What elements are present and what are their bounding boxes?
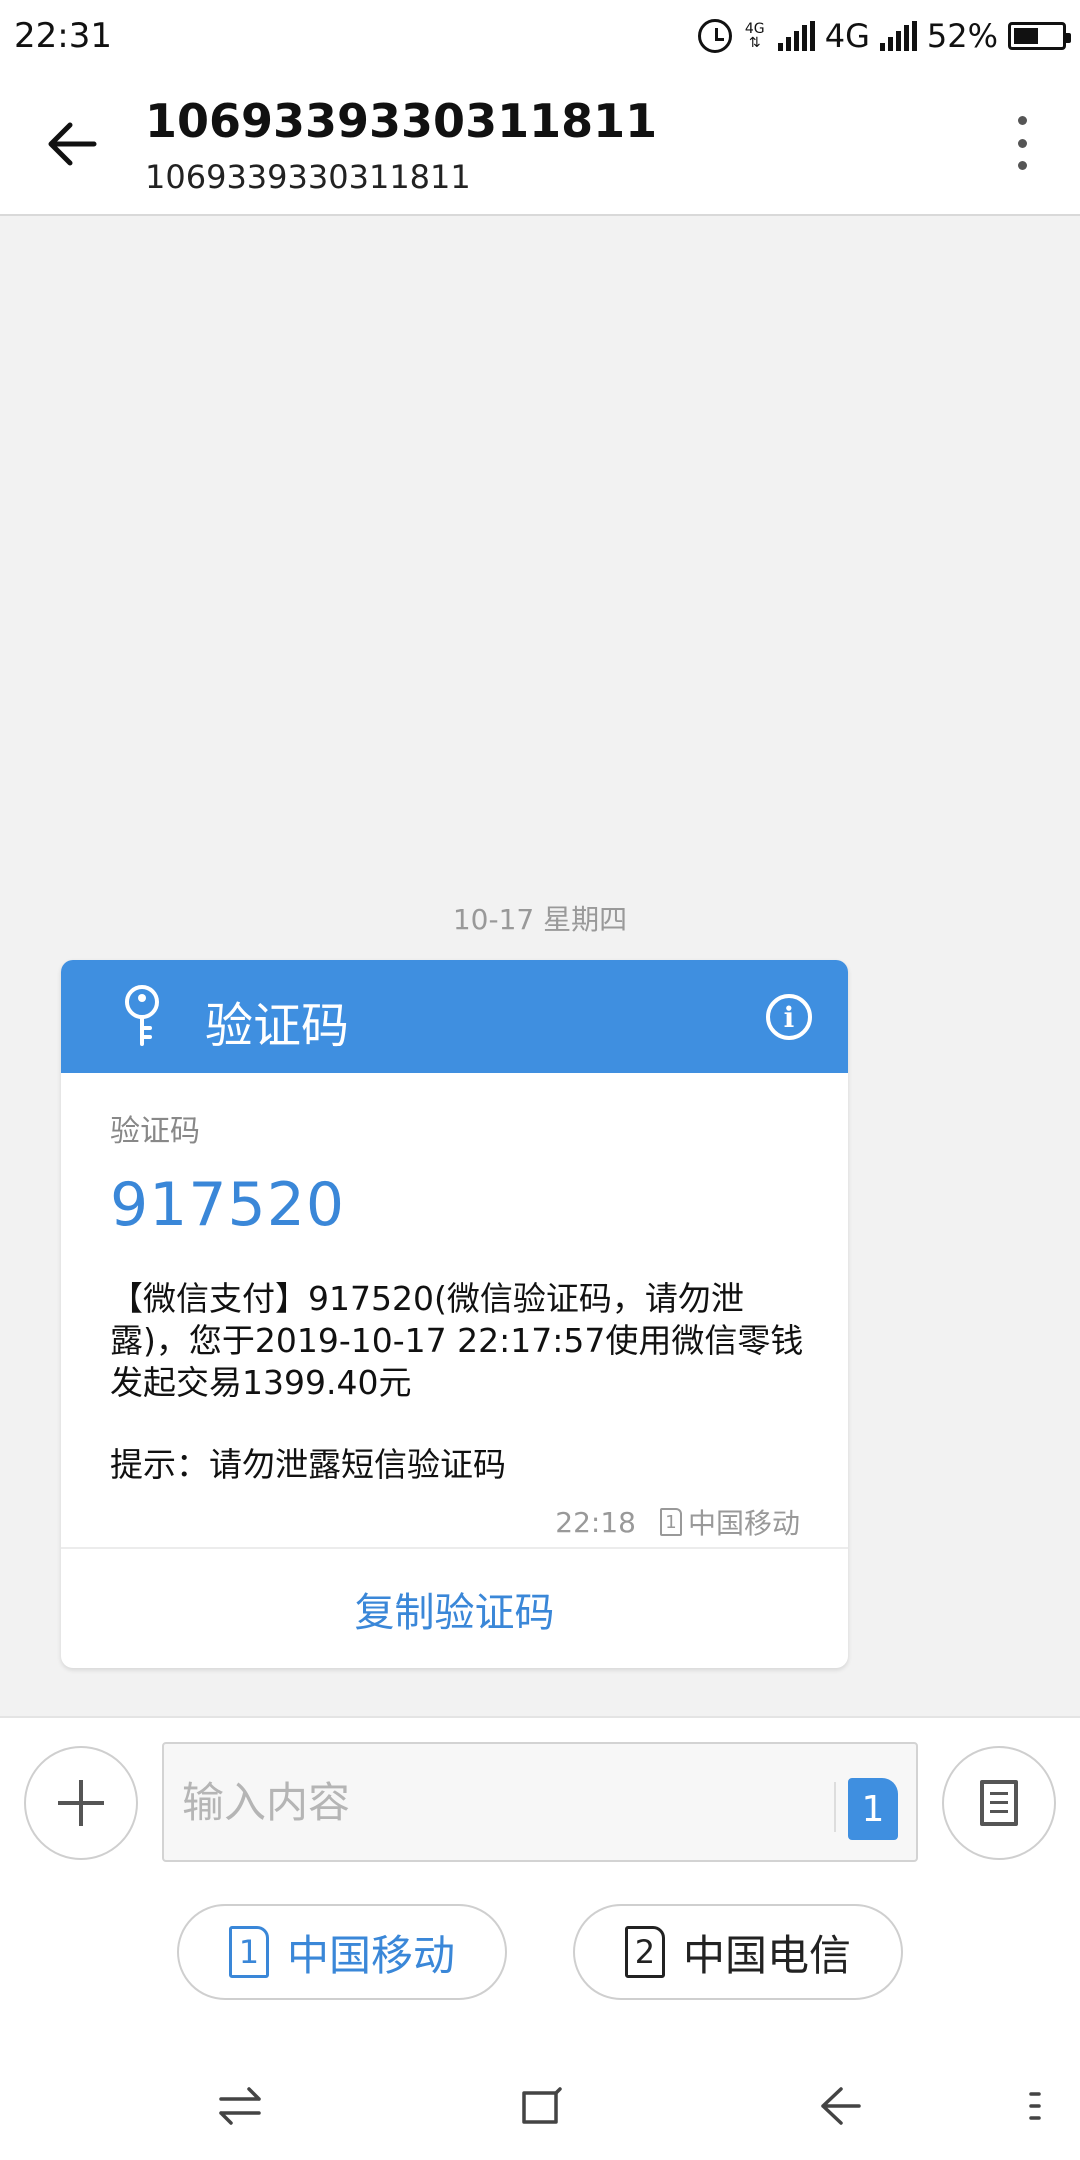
sim-send-button[interactable]: 1 xyxy=(848,1778,898,1840)
status-indicators: 4G ⇅ 4G 52% xyxy=(697,17,1071,55)
battery-icon xyxy=(1008,22,1071,50)
input-separator xyxy=(834,1782,836,1832)
conversation-header: 1069339330311811 1069339330311811 xyxy=(0,72,1080,216)
status-bar: 22:31 4G ⇅ 4G 52% xyxy=(0,0,1080,72)
network-small-label: 4G xyxy=(744,21,765,37)
navigation-bar xyxy=(0,2050,1080,2160)
send-via-sim2-button[interactable]: 2 中国电信 xyxy=(573,1904,903,2000)
switch-arrows-icon[interactable] xyxy=(210,2076,270,2136)
card-divider xyxy=(61,1547,848,1549)
carrier-name: 中国移动 xyxy=(687,1507,800,1540)
home-square-icon[interactable] xyxy=(510,2076,570,2136)
contact-title: 1069339330311811 xyxy=(145,94,658,148)
message-input-box[interactable]: 1 xyxy=(162,1742,918,1862)
more-icon[interactable] xyxy=(1004,2076,1064,2136)
document-icon xyxy=(980,1780,1018,1826)
info-icon[interactable]: i xyxy=(766,994,812,1040)
message-tip: 提示：请勿泄露短信验证码 xyxy=(110,1445,506,1484)
sim-card-icon: 1 xyxy=(228,1926,269,1978)
message-time: 22:18 xyxy=(555,1505,636,1539)
message-body: 【微信支付】917520(微信验证码，请勿泄露)，您于2019-10-17 22… xyxy=(110,1279,804,1402)
code-label: 验证码 xyxy=(110,1114,200,1149)
arrows-icon: ⇅ xyxy=(748,35,761,51)
message-input[interactable] xyxy=(182,1766,782,1838)
message-carrier: 1 中国移动 xyxy=(659,1502,800,1542)
verification-code: 917520 xyxy=(110,1170,346,1240)
carrier-label: 中国电信 xyxy=(682,1930,851,1980)
add-attachment-button[interactable] xyxy=(24,1746,138,1860)
send-via-sim1-button[interactable]: 1 中国移动 xyxy=(177,1904,507,2000)
status-time: 22:31 xyxy=(14,16,112,56)
sim-card-icon: 1 xyxy=(659,1508,682,1536)
back-arrow-icon[interactable] xyxy=(40,112,104,176)
back-arrow-icon[interactable] xyxy=(810,2076,870,2136)
card-title: 验证码 xyxy=(205,998,350,1054)
signal-strength-2-icon xyxy=(879,21,917,51)
more-vertical-icon[interactable] xyxy=(1004,110,1040,176)
data-activity-icon: 4G ⇅ xyxy=(742,22,768,50)
verification-code-card: 验证码 i 验证码 917520 【微信支付】917520(微信验证码，请勿泄露… xyxy=(61,960,848,1668)
copy-code-button[interactable]: 复制验证码 xyxy=(61,1550,848,1668)
card-header: 验证码 i xyxy=(61,960,848,1073)
contact-number: 1069339330311811 xyxy=(145,158,471,196)
plus-icon xyxy=(58,1780,104,1826)
network-type: 4G xyxy=(824,17,870,55)
carrier-label: 中国移动 xyxy=(286,1930,455,1980)
battery-percent: 52% xyxy=(926,17,998,55)
alarm-icon xyxy=(697,19,732,53)
signal-strength-icon xyxy=(777,21,815,51)
message-meta: 22:18 1 中国移动 xyxy=(555,1502,800,1542)
key-icon xyxy=(119,984,165,1050)
sim-card-icon: 2 xyxy=(624,1926,665,1978)
date-divider: 10-17 星期四 xyxy=(452,903,628,936)
template-button[interactable] xyxy=(942,1746,1056,1860)
